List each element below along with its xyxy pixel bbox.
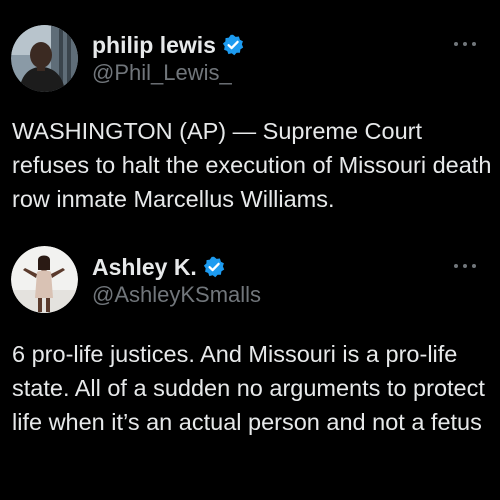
handle[interactable]: @Phil_Lewis_ bbox=[92, 60, 232, 86]
author-name-row: Ashley K. bbox=[92, 252, 225, 282]
tweet-philip-lewis[interactable]: philip lewis @Phil_Lewis_ WASHINGTON (AP… bbox=[0, 0, 500, 240]
verified-badge-icon bbox=[222, 34, 244, 56]
avatar-photo-icon bbox=[11, 25, 78, 92]
author-name-row: philip lewis bbox=[92, 30, 244, 60]
avatar[interactable] bbox=[11, 25, 78, 92]
tweet-text: 6 pro-life justices. And Missouri is a p… bbox=[12, 341, 485, 435]
handle[interactable]: @AshleyKSmalls bbox=[92, 282, 261, 308]
avatar-photo-icon bbox=[11, 246, 78, 313]
tweet-ashley-k[interactable]: Ashley K. @AshleyKSmalls 6 pro-life just… bbox=[0, 240, 500, 500]
tweet-text: WASHINGTON (AP) — Supreme Court refuses … bbox=[12, 118, 492, 212]
display-name[interactable]: philip lewis bbox=[92, 32, 216, 59]
avatar[interactable] bbox=[11, 246, 78, 313]
more-horizontal-icon[interactable] bbox=[454, 40, 476, 48]
more-horizontal-icon[interactable] bbox=[454, 262, 476, 270]
verified-badge-icon bbox=[203, 256, 225, 278]
display-name[interactable]: Ashley K. bbox=[92, 254, 197, 281]
